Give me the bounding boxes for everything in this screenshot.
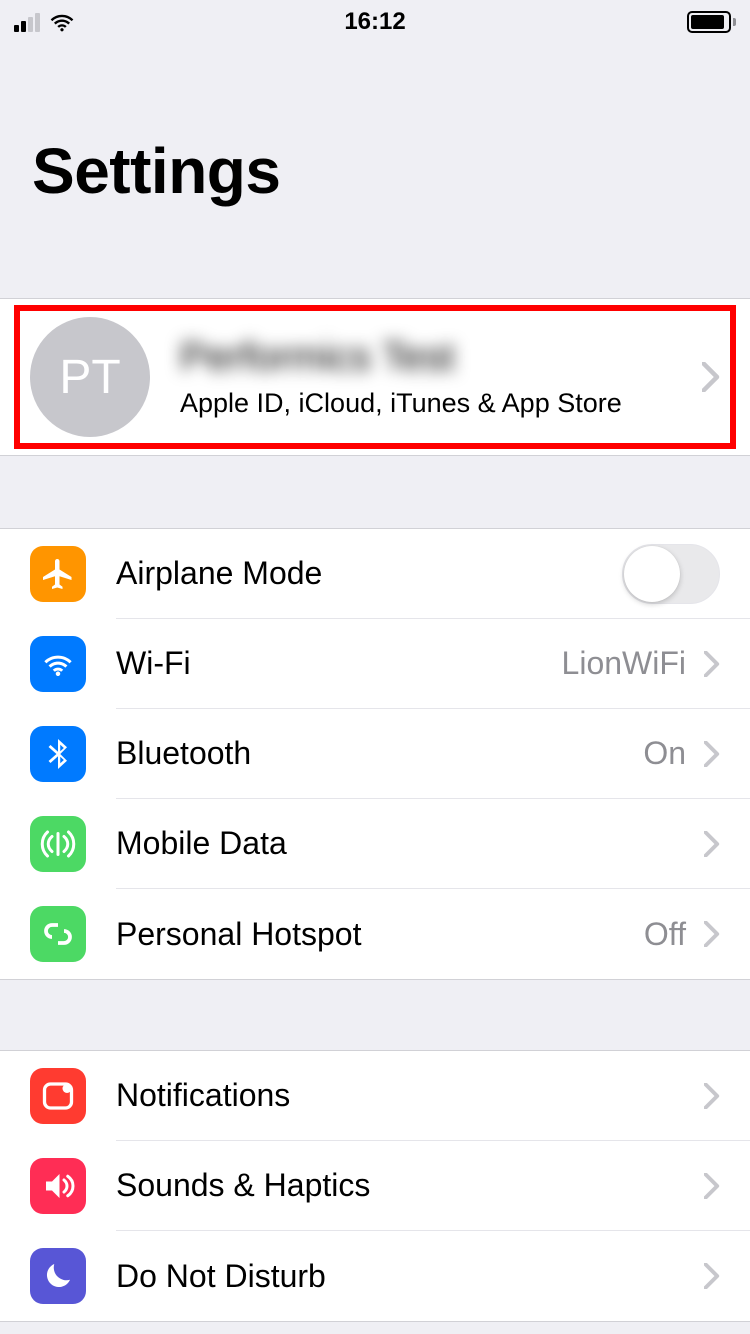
moon-icon xyxy=(30,1248,86,1304)
avatar: PT xyxy=(30,317,150,437)
status-left xyxy=(14,12,344,32)
alerts-group: Notifications Sounds & Haptics Do Not Di… xyxy=(0,1050,750,1322)
wifi-icon xyxy=(48,12,76,32)
wifi-detail: LionWiFi xyxy=(562,645,686,682)
chevron-right-icon xyxy=(704,741,720,767)
wifi-row[interactable]: Wi-Fi LionWiFi xyxy=(0,619,750,709)
notifications-label: Notifications xyxy=(116,1077,290,1114)
status-time: 16:12 xyxy=(344,8,405,36)
sounds-icon xyxy=(30,1158,86,1214)
do-not-disturb-label: Do Not Disturb xyxy=(116,1258,326,1295)
connectivity-group: Airplane Mode Wi-Fi LionWiFi Bluetooth xyxy=(0,528,750,980)
apple-id-row[interactable]: PT Performics Test Apple ID, iCloud, iTu… xyxy=(0,299,750,455)
apple-id-section: PT Performics Test Apple ID, iCloud, iTu… xyxy=(0,298,750,456)
bluetooth-icon xyxy=(30,726,86,782)
status-right xyxy=(406,11,736,33)
do-not-disturb-row[interactable]: Do Not Disturb xyxy=(0,1231,750,1321)
chevron-right-icon xyxy=(704,831,720,857)
bluetooth-label: Bluetooth xyxy=(116,735,251,772)
bluetooth-detail: On xyxy=(643,735,686,772)
bluetooth-row[interactable]: Bluetooth On xyxy=(0,709,750,799)
personal-hotspot-row[interactable]: Personal Hotspot Off xyxy=(0,889,750,979)
status-bar: 16:12 xyxy=(0,0,750,44)
personal-hotspot-detail: Off xyxy=(644,916,686,953)
profile-subtitle: Apple ID, iCloud, iTunes & App Store xyxy=(180,388,702,419)
chevron-right-icon xyxy=(704,1083,720,1109)
profile-name: Performics Test xyxy=(180,335,702,380)
chevron-right-icon xyxy=(704,921,720,947)
wifi-settings-icon xyxy=(30,636,86,692)
avatar-initials: PT xyxy=(59,350,120,405)
cellular-signal-icon xyxy=(14,12,40,32)
hotspot-icon xyxy=(30,906,86,962)
personal-hotspot-label: Personal Hotspot xyxy=(116,916,361,953)
page-title: Settings xyxy=(32,134,750,208)
airplane-mode-label: Airplane Mode xyxy=(116,555,322,592)
chevron-right-icon xyxy=(704,651,720,677)
page-header: Settings xyxy=(0,44,750,226)
battery-icon xyxy=(687,11,736,33)
mobile-data-row[interactable]: Mobile Data xyxy=(0,799,750,889)
notifications-icon xyxy=(30,1068,86,1124)
chevron-right-icon xyxy=(704,1173,720,1199)
airplane-mode-row[interactable]: Airplane Mode xyxy=(0,529,750,619)
chevron-right-icon xyxy=(702,362,720,392)
notifications-row[interactable]: Notifications xyxy=(0,1051,750,1141)
cellular-icon xyxy=(30,816,86,872)
airplane-mode-switch[interactable] xyxy=(622,544,720,604)
mobile-data-label: Mobile Data xyxy=(116,825,287,862)
airplane-icon xyxy=(30,546,86,602)
chevron-right-icon xyxy=(704,1263,720,1289)
sounds-row[interactable]: Sounds & Haptics xyxy=(0,1141,750,1231)
wifi-label: Wi-Fi xyxy=(116,645,191,682)
profile-text: Performics Test Apple ID, iCloud, iTunes… xyxy=(180,335,702,419)
sounds-label: Sounds & Haptics xyxy=(116,1167,370,1204)
